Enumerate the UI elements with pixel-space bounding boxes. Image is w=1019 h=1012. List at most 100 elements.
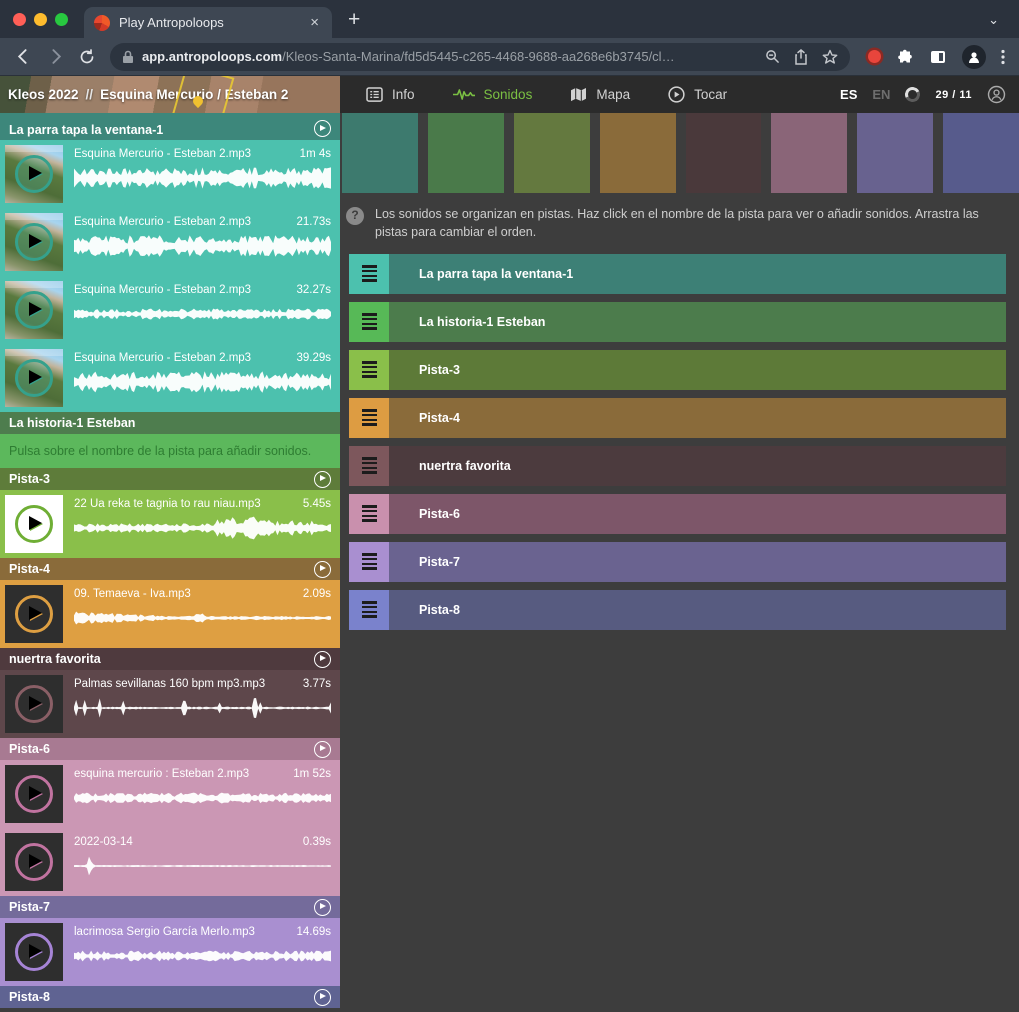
track-color-swatch[interactable] [600, 113, 676, 193]
track-row[interactable]: Pista-4 [349, 398, 1006, 438]
new-tab-button[interactable]: + [332, 8, 360, 38]
track-color-swatch[interactable] [686, 113, 762, 193]
track-section-header[interactable]: La parra tapa la ventana-1 [0, 113, 340, 140]
clip-waveform[interactable] [74, 367, 331, 397]
drag-handle-icon[interactable] [349, 494, 389, 534]
window-zoom-button[interactable] [55, 13, 68, 26]
account-icon[interactable] [987, 85, 1006, 104]
nav-tab-tocar[interactable]: Tocar [668, 86, 727, 103]
tab-search-chevron-icon[interactable]: ⌄ [988, 12, 1019, 38]
clip-thumbnail[interactable] [5, 145, 63, 203]
track-name-button[interactable]: Pista-7 [389, 542, 1006, 582]
drag-handle-icon[interactable] [349, 398, 389, 438]
clip-play-icon[interactable] [15, 775, 53, 813]
drag-handle-icon[interactable] [349, 302, 389, 342]
track-row[interactable]: Pista-6 [349, 494, 1006, 534]
profile-icon[interactable] [962, 45, 986, 69]
lang-en-button[interactable]: EN [872, 87, 890, 102]
window-minimize-button[interactable] [34, 13, 47, 26]
track-name-button[interactable]: La historia-1 Esteban [389, 302, 1006, 342]
window-close-button[interactable] [13, 13, 26, 26]
nav-tab-mapa[interactable]: Mapa [570, 87, 630, 102]
tab-close-icon[interactable]: × [307, 14, 322, 31]
clip-waveform[interactable] [74, 693, 331, 723]
drag-handle-icon[interactable] [349, 446, 389, 486]
reload-icon[interactable] [72, 42, 102, 72]
clip-play-icon[interactable] [15, 685, 53, 723]
track-play-icon[interactable] [314, 741, 331, 758]
track-section-header[interactable]: Pista-3 [0, 468, 340, 490]
clip-waveform[interactable] [74, 851, 331, 881]
track-row[interactable]: Pista-3 [349, 350, 1006, 390]
audio-clip[interactable]: 09. Temaeva - Iva.mp32.09s [0, 580, 340, 648]
track-section-header[interactable]: Pista-4 [0, 558, 340, 580]
track-section-header[interactable]: Pista-8 [0, 986, 340, 1008]
star-icon[interactable] [822, 49, 838, 65]
drag-handle-icon[interactable] [349, 350, 389, 390]
clip-waveform[interactable] [74, 299, 331, 329]
clip-play-icon[interactable] [15, 933, 53, 971]
audio-clip[interactable]: 2022-03-140.39s [0, 828, 340, 896]
share-icon[interactable] [794, 49, 808, 65]
audio-clip[interactable]: esquina mercurio : Esteban 2.mp31m 52s [0, 760, 340, 828]
clip-thumbnail[interactable] [5, 495, 63, 553]
track-play-icon[interactable] [314, 561, 331, 578]
track-color-swatch[interactable] [857, 113, 933, 193]
track-play-icon[interactable] [314, 120, 331, 137]
side-panel-icon[interactable] [929, 48, 947, 66]
track-name-button[interactable]: Pista-3 [389, 350, 1006, 390]
clip-waveform[interactable] [74, 783, 331, 813]
clip-thumbnail[interactable] [5, 765, 63, 823]
track-color-swatch[interactable] [771, 113, 847, 193]
drag-handle-icon[interactable] [349, 254, 389, 294]
drag-handle-icon[interactable] [349, 590, 389, 630]
zoom-icon[interactable] [765, 49, 780, 64]
track-play-icon[interactable] [314, 651, 331, 668]
track-section-header[interactable]: La historia-1 Esteban [0, 412, 340, 434]
back-icon[interactable] [8, 42, 38, 72]
track-name-button[interactable]: nuertra favorita [389, 446, 1006, 486]
audio-clip[interactable]: Esquina Mercurio - Esteban 2.mp31m 4s [0, 140, 340, 208]
track-row[interactable]: La parra tapa la ventana-1 [349, 254, 1006, 294]
browser-tab[interactable]: Play Antropoloops × [84, 7, 332, 38]
nav-tab-info[interactable]: Info [366, 87, 415, 102]
track-play-icon[interactable] [314, 471, 331, 488]
clip-thumbnail[interactable] [5, 833, 63, 891]
track-section-header[interactable]: Pista-6 [0, 738, 340, 760]
record-icon[interactable] [868, 50, 881, 63]
track-row[interactable]: Pista-7 [349, 542, 1006, 582]
track-play-icon[interactable] [314, 899, 331, 916]
track-color-swatch[interactable] [943, 113, 1019, 193]
clip-thumbnail[interactable] [5, 281, 63, 339]
clip-thumbnail[interactable] [5, 585, 63, 643]
clip-waveform[interactable] [74, 231, 331, 261]
drag-handle-icon[interactable] [349, 542, 389, 582]
track-section-header[interactable]: nuertra favorita [0, 648, 340, 670]
clip-waveform[interactable] [74, 163, 331, 193]
audio-clip[interactable]: Palmas sevillanas 160 bpm mp3.mp33.77s [0, 670, 340, 738]
clip-play-icon[interactable] [15, 359, 53, 397]
track-color-swatch[interactable] [342, 113, 418, 193]
clip-play-icon[interactable] [15, 155, 53, 193]
clip-play-icon[interactable] [15, 595, 53, 633]
clip-play-icon[interactable] [15, 291, 53, 329]
nav-tab-sonidos[interactable]: Sonidos [453, 87, 533, 102]
breadcrumb[interactable]: Kleos 2022 // Esquina Mercurio / Esteban… [0, 76, 340, 113]
audio-clip[interactable]: Esquina Mercurio - Esteban 2.mp332.27s [0, 276, 340, 344]
track-name-button[interactable]: Pista-6 [389, 494, 1006, 534]
extensions-icon[interactable] [896, 48, 914, 66]
audio-clip[interactable]: Esquina Mercurio - Esteban 2.mp339.29s [0, 344, 340, 412]
track-play-icon[interactable] [314, 989, 331, 1006]
url-bar[interactable]: app.antropoloops.com/Kleos-Santa-Marina/… [110, 43, 850, 71]
clip-thumbnail[interactable] [5, 349, 63, 407]
clip-play-icon[interactable] [15, 505, 53, 543]
track-section-header[interactable]: Pista-7 [0, 896, 340, 918]
audio-clip[interactable]: Esquina Mercurio - Esteban 2.mp321.73s [0, 208, 340, 276]
track-name-button[interactable]: Pista-4 [389, 398, 1006, 438]
track-name-button[interactable]: La parra tapa la ventana-1 [389, 254, 1006, 294]
track-row[interactable]: nuertra favorita [349, 446, 1006, 486]
audio-clip[interactable]: 22 Ua reka te tagnia to rau niau.mp35.45… [0, 490, 340, 558]
clip-waveform[interactable] [74, 941, 331, 971]
clip-thumbnail[interactable] [5, 923, 63, 981]
track-color-swatch[interactable] [514, 113, 590, 193]
